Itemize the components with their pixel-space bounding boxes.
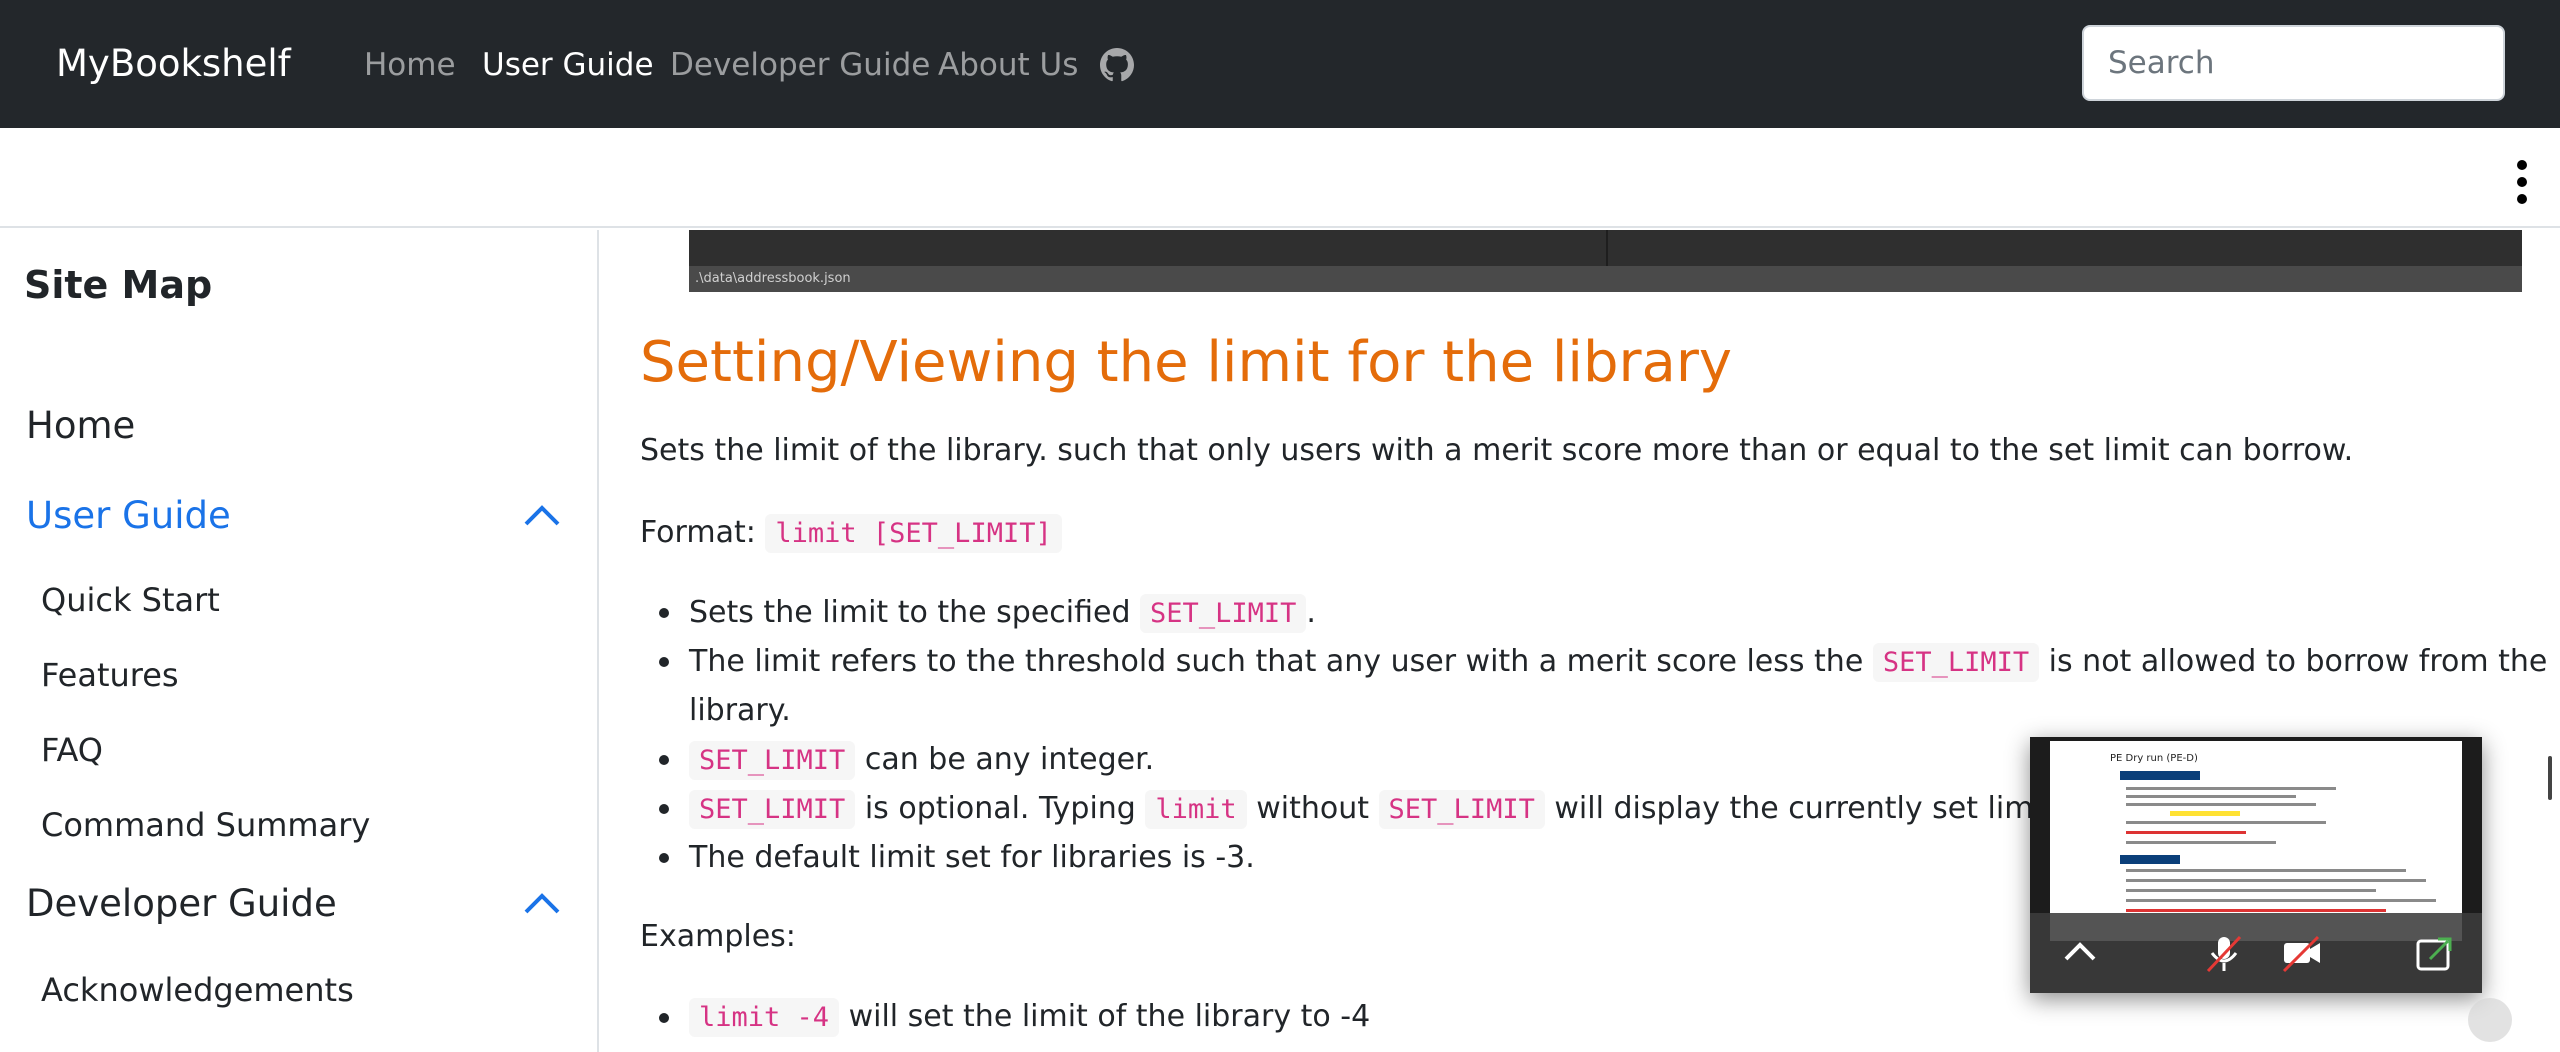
bullet-dot [659,1013,669,1023]
nav-link-user-guide[interactable]: User Guide [482,44,654,86]
inline-code: SET_LIMIT [689,741,856,780]
inline-code: SET_LIMIT [1378,790,1545,829]
sidebar-item-developer-guide[interactable]: Developer Guide [26,880,337,928]
inline-code: SET_LIMIT [689,790,856,829]
chevron-up-icon[interactable] [2058,931,2102,975]
brand-logo[interactable]: MyBookshelf [56,40,291,88]
kebab-menu-icon[interactable] [2514,160,2530,210]
sidebar-item-command-summary[interactable]: Command Summary [41,803,370,847]
mic-off-icon[interactable] [2202,931,2246,975]
inline-code: limit [1145,790,1247,829]
format-line: Format: limit [SET_LIMIT] [640,510,1062,557]
format-code: limit [SET_LIMIT] [765,514,1062,553]
bullet-dot [659,657,669,667]
inline-code: SET_LIMIT [1872,643,2040,682]
bullet-dot [659,755,669,765]
bullet-dot [659,853,669,863]
chevron-up-icon[interactable] [522,890,562,916]
inline-code: limit -4 [689,998,840,1037]
example-item: limit -4 will set the limit of the libra… [689,992,1370,1042]
shared-document-preview: PE Dry run (PE-D) [2050,741,2462,941]
examples-label: Examples: [640,919,796,954]
section-description: Sets the limit of the library. such that… [640,433,2354,468]
inline-code: SET_LIMIT [1140,594,1307,633]
github-icon[interactable] [1100,48,1134,82]
sidebar-item-features[interactable]: Features [41,653,179,697]
list-item-continuation: library. [689,693,791,728]
sidebar-item-acknowledgements[interactable]: Acknowledgements [41,968,354,1012]
sub-header [0,128,2560,228]
sidebar-item-quick-start[interactable]: Quick Start [41,578,220,622]
top-navbar: MyBookshelf Home User Guide Developer Gu… [0,0,2560,128]
chevron-up-icon[interactable] [522,502,562,528]
site-map-sidebar: Site Map Home User Guide Quick Start Fea… [0,230,599,1052]
sidebar-item-home[interactable]: Home [26,402,135,450]
scroll-to-top-button[interactable] [2468,998,2512,1042]
list-item: Sets the limit to the specified SET_LIMI… [689,588,1316,638]
bullet-dot [659,608,669,618]
list-item: The default limit set for libraries is -… [689,840,1255,875]
video-preview-window[interactable]: PE Dry run (PE-D) [2030,737,2482,993]
preview-doc-title: PE Dry run (PE-D) [2110,753,2198,764]
sidebar-item-user-guide[interactable]: User Guide [26,492,231,540]
site-map-title: Site Map [24,263,213,307]
nav-link-developer-guide[interactable]: Developer Guide [670,44,930,86]
screenshot-image: .\data\addressbook.json [689,230,2522,292]
bullet-dot [659,804,669,814]
nav-link-about-us[interactable]: About Us [938,44,1078,86]
format-label: Format: [640,515,756,550]
share-icon[interactable] [2412,931,2456,975]
camera-off-icon[interactable] [2280,931,2324,975]
image-status-path: .\data\addressbook.json [695,271,851,286]
scrollbar-thumb[interactable] [2548,756,2552,800]
sidebar-item-faq[interactable]: FAQ [41,728,103,772]
list-item: SET_LIMIT can be any integer. [689,735,1154,785]
search-input[interactable] [2082,25,2505,101]
nav-link-home[interactable]: Home [364,44,456,86]
section-heading: Setting/Viewing the limit for the librar… [640,330,1733,395]
list-item: SET_LIMIT is optional. Typing limit with… [689,784,2063,834]
video-controls-bar [2030,913,2482,993]
list-item: The limit refers to the threshold such t… [689,637,2547,687]
